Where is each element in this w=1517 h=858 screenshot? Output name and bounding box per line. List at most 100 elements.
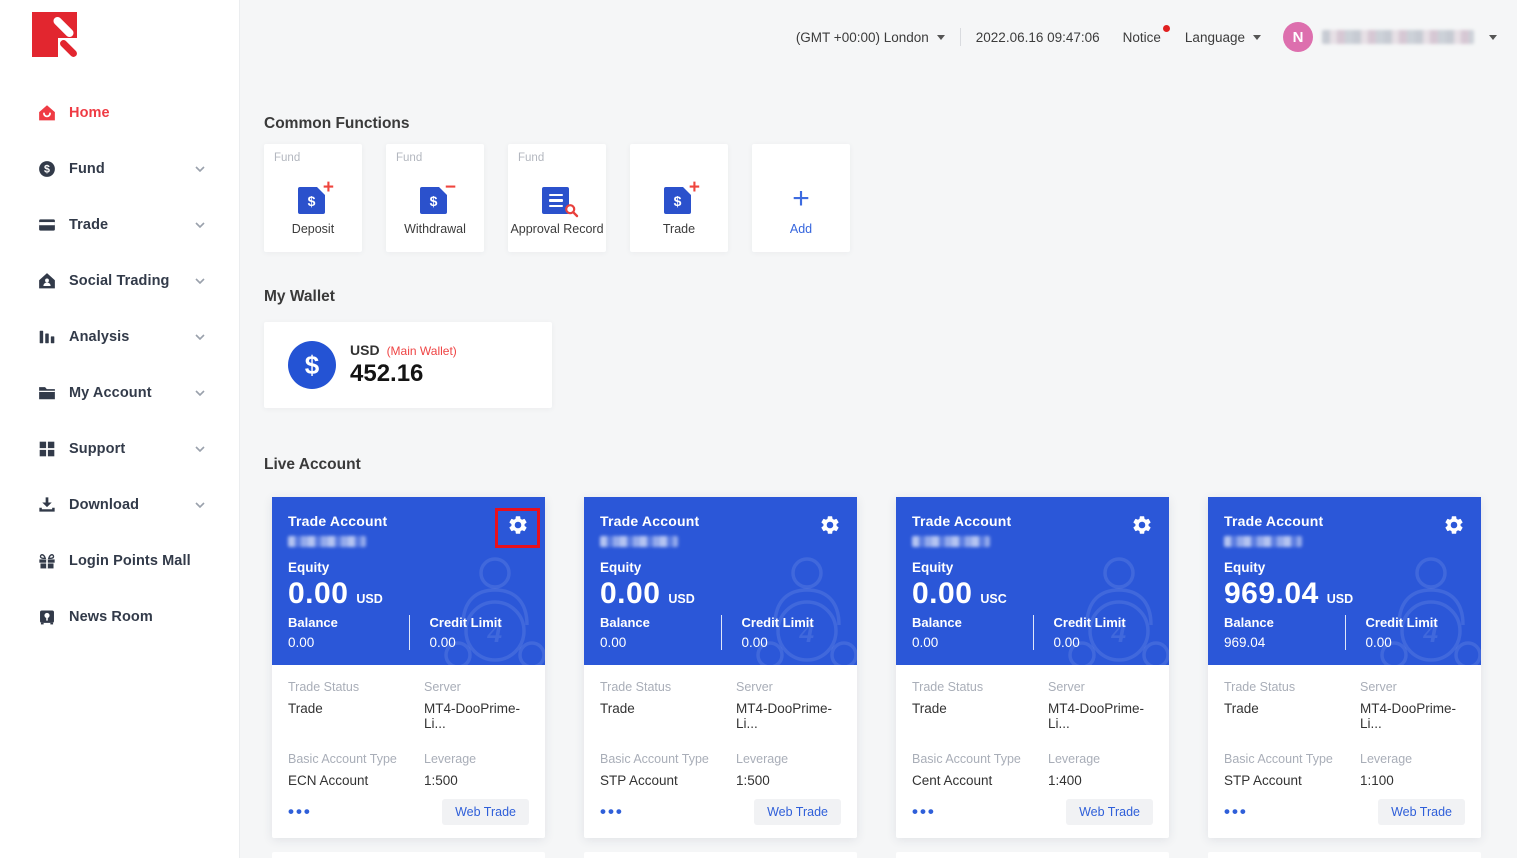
equity-value: 0.00	[912, 577, 973, 610]
sidebar-item-social-trading[interactable]: Social Trading	[0, 253, 239, 309]
notice-badge-dot	[1162, 24, 1170, 32]
equity-value: 0.00	[288, 577, 349, 610]
server-value: MT4-DooPrime-Li...	[1360, 701, 1457, 731]
sidebar-item-download[interactable]: Download	[0, 477, 239, 533]
language-label: Language	[1184, 29, 1245, 45]
account-card-header: Trade Account Equity 0.00 USD Balance 0.…	[584, 497, 857, 665]
main-content: (GMT +00:00) London 2022.06.16 09:47:06 …	[240, 0, 1517, 858]
credit-limit-label: Credit Limit	[741, 615, 814, 630]
sidebar-item-login-points-mall[interactable]: Login Points Mall	[0, 533, 239, 589]
sidebar-item-my-account[interactable]: My Account	[0, 365, 239, 421]
sidebar-item-label: Support	[69, 441, 126, 457]
account-type-label: Basic Account Type	[912, 752, 1021, 766]
sidebar-item-label: Download	[69, 497, 140, 513]
datetime-label: 2022.06.16 09:47:06	[975, 29, 1100, 45]
server-label: Server	[736, 680, 773, 694]
sidebar-item-label: Fund	[69, 161, 105, 177]
function-tag: Fund	[274, 152, 301, 164]
account-type-value: ECN Account	[288, 773, 369, 788]
timezone-selector[interactable]: (GMT +00:00) London	[796, 30, 945, 45]
language-selector[interactable]: Language	[1185, 30, 1261, 45]
web-trade-button[interactable]: Web Trade	[754, 799, 841, 825]
account-card-2: Trade Account Equity 0.00 USD Balance 0.…	[584, 497, 857, 838]
logo-slash-white	[51, 15, 76, 39]
equity-label: Equity	[912, 560, 954, 575]
credit-limit-label: Credit Limit	[429, 615, 502, 630]
gear-icon[interactable]	[1131, 514, 1153, 536]
credit-limit-value: 0.00	[429, 635, 456, 650]
server-label: Server	[1360, 680, 1397, 694]
leverage-label: Leverage	[424, 752, 477, 766]
more-actions-button[interactable]: •••	[288, 803, 312, 820]
function-label: Withdrawal	[404, 222, 466, 236]
function-card-trade[interactable]: $ + Trade	[630, 144, 728, 252]
common-functions-row: Fund $ + Deposit Fund $ − Withdrawal Fund …	[264, 144, 850, 252]
web-trade-button[interactable]: Web Trade	[442, 799, 529, 825]
sidebar: Home $ Fund Trade Social Trading Analysi…	[0, 0, 240, 858]
download-icon	[38, 496, 56, 514]
section-title-common-functions: Common Functions	[264, 115, 410, 132]
trade-status-value: Trade	[600, 701, 635, 716]
function-card-approval-record[interactable]: Fund Approval Record	[508, 144, 606, 252]
username-redacted	[1322, 30, 1474, 44]
chevron-down-icon	[1253, 34, 1261, 40]
balance-value: 969.04	[1224, 635, 1266, 650]
trade-fund-icon: $ +	[664, 178, 700, 218]
leverage-label: Leverage	[736, 752, 789, 766]
home-icon	[38, 104, 56, 122]
leverage-label: Leverage	[1360, 752, 1413, 766]
account-card-body: Trade Status Trade Server MT4-DooPrime-L…	[584, 665, 857, 838]
gear-icon[interactable]	[1443, 514, 1465, 536]
wallet-card[interactable]: $ USD (Main Wallet) 452.16	[264, 322, 552, 408]
sidebar-item-support[interactable]: Support	[0, 421, 239, 477]
account-card-1: Trade Account Equity 0.00 USD Balance 0.…	[272, 497, 545, 838]
sidebar-item-news-room[interactable]: News Room	[0, 589, 239, 645]
topbar: (GMT +00:00) London 2022.06.16 09:47:06 …	[796, 22, 1497, 52]
sidebar-item-trade[interactable]: Trade	[0, 197, 239, 253]
chevron-down-icon	[195, 278, 205, 284]
leverage-value: 1:500	[424, 773, 458, 788]
section-title-my-wallet: My Wallet	[264, 288, 335, 305]
account-card-header: Trade Account Equity 0.00 USC Balance 0.…	[896, 497, 1169, 665]
account-type-value: STP Account	[600, 773, 678, 788]
function-card-add[interactable]: + Add	[752, 144, 850, 252]
sidebar-item-label: Trade	[69, 217, 109, 233]
section-title-live-account: Live Account	[264, 456, 361, 473]
sidebar-item-label: Analysis	[69, 329, 130, 345]
account-card-title: Trade Account	[912, 513, 1012, 529]
chevron-down-icon	[195, 166, 205, 172]
dollar-circle-icon: $	[288, 341, 336, 389]
user-menu[interactable]: N	[1283, 22, 1497, 52]
function-label: Approval Record	[510, 222, 604, 236]
wallet-main-tag: (Main Wallet)	[386, 344, 457, 358]
credit-limit-label: Credit Limit	[1053, 615, 1126, 630]
notice-link[interactable]: Notice	[1123, 24, 1170, 45]
equity-label: Equity	[600, 560, 642, 575]
wallet-amount: 452.16	[350, 360, 424, 387]
brand-logo[interactable]	[32, 12, 77, 57]
chevron-down-icon	[936, 34, 945, 40]
account-type-label: Basic Account Type	[600, 752, 709, 766]
svg-text:$: $	[44, 164, 50, 176]
sidebar-item-analysis[interactable]: Analysis	[0, 309, 239, 365]
more-actions-button[interactable]: •••	[1224, 803, 1248, 820]
function-card-withdrawal[interactable]: Fund $ − Withdrawal	[386, 144, 484, 252]
server-value: MT4-DooPrime-Li...	[1048, 701, 1145, 731]
sidebar-item-home[interactable]: Home	[0, 85, 239, 141]
more-actions-button[interactable]: •••	[912, 803, 936, 820]
web-trade-button[interactable]: Web Trade	[1378, 799, 1465, 825]
account-card-body: Trade Status Trade Server MT4-DooPrime-L…	[1208, 665, 1481, 838]
more-actions-button[interactable]: •••	[600, 803, 624, 820]
sidebar-item-label: Login Points Mall	[69, 553, 191, 569]
analysis-icon	[38, 328, 56, 346]
function-card-deposit[interactable]: Fund $ + Deposit	[264, 144, 362, 252]
account-type-value: STP Account	[1224, 773, 1302, 788]
account-card-body: Trade Status Trade Server MT4-DooPrime-L…	[896, 665, 1169, 838]
web-trade-button[interactable]: Web Trade	[1066, 799, 1153, 825]
gear-icon[interactable]	[819, 514, 841, 536]
support-icon	[38, 440, 56, 458]
trade-icon	[38, 216, 56, 234]
sidebar-item-fund[interactable]: $ Fund	[0, 141, 239, 197]
leverage-value: 1:500	[736, 773, 770, 788]
function-tag: Fund	[396, 152, 423, 164]
